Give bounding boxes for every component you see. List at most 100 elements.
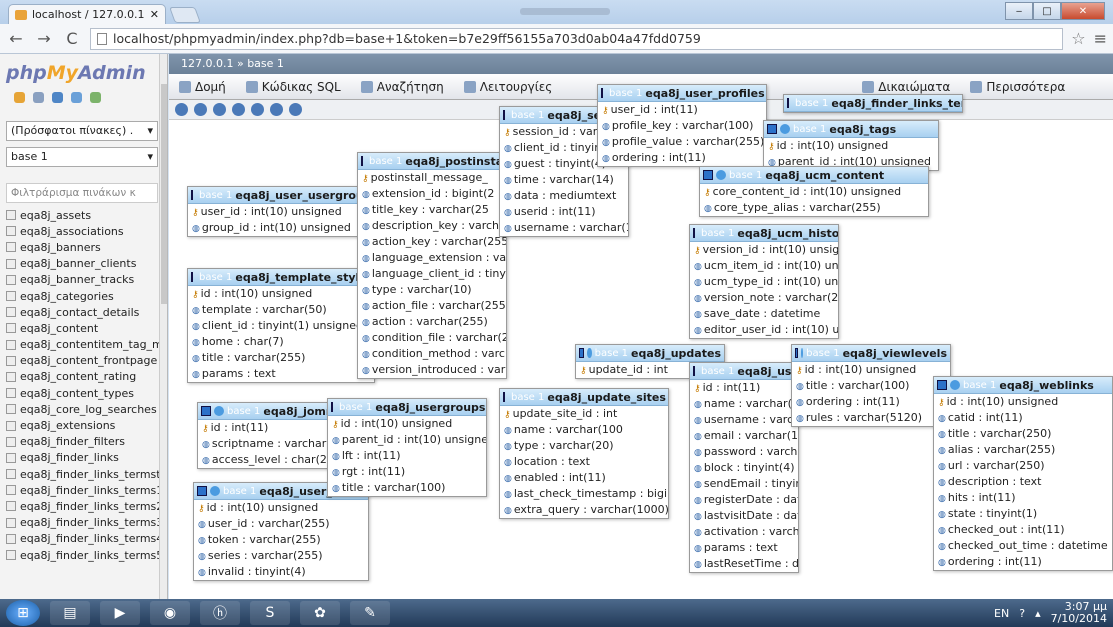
menu-tab[interactable]: Δομή xyxy=(169,80,236,94)
sidebar-table-item[interactable]: eqa8j_finder_links_terms4 xyxy=(6,531,167,547)
table-column[interactable]: ⚷ id : int(10) unsigned xyxy=(764,138,938,154)
table-column[interactable]: ◍ params : text xyxy=(188,366,374,382)
table-column[interactable]: ◍ enabled : int(11) xyxy=(500,470,668,486)
toolbar-icon[interactable] xyxy=(194,103,207,116)
sidebar-table-item[interactable]: eqa8j_extensions xyxy=(6,417,167,433)
toolbar-icon[interactable] xyxy=(232,103,245,116)
media-player-icon[interactable]: ▶ xyxy=(100,601,140,625)
back-icon[interactable]: ← xyxy=(6,29,26,48)
toggle-icon[interactable] xyxy=(503,110,505,120)
sidebar-table-item[interactable]: eqa8j_banner_clients xyxy=(6,256,167,272)
table-header[interactable]: base 1 eqa8j_viewlevels xyxy=(792,345,950,362)
table-column[interactable]: ◍language_extension : varchar(255) xyxy=(358,250,506,266)
table-column[interactable]: ◍ catid : int(11) xyxy=(934,410,1112,426)
designer-table-eqa8j-users[interactable]: base 1eqa8j_users⚷id : int(11)◍name : va… xyxy=(689,362,799,573)
notepad-icon[interactable]: ✎ xyxy=(350,601,390,625)
help-icon[interactable]: ? xyxy=(1019,607,1025,620)
language-indicator[interactable]: EN xyxy=(994,607,1009,620)
chrome-icon[interactable]: ◉ xyxy=(150,601,190,625)
browser-menu-icon[interactable]: ≡ xyxy=(1094,29,1107,48)
table-column[interactable]: ◍password : varchar(100) xyxy=(690,444,798,460)
designer-table-eqa8j-usergroups[interactable]: base 1 eqa8j_usergroups ⚷ id : int(10) unsi… xyxy=(327,398,487,497)
table-column[interactable]: ◍ invalid : tinyint(4) xyxy=(194,564,368,580)
table-column[interactable]: ◍ title : varchar(100) xyxy=(792,378,950,394)
settings-icon[interactable] xyxy=(90,92,101,103)
table-column[interactable]: ⚷ id : int(10) unsigned xyxy=(194,500,368,516)
table-column[interactable]: ◍sendEmail : tinyint(4) xyxy=(690,476,798,492)
table-column[interactable]: ◍ data : mediumtext xyxy=(500,188,628,204)
designer-table-eqa8j-ucm-content[interactable]: base 1 eqa8j_ucm_content ⚷ core_content_id … xyxy=(699,166,929,217)
table-header[interactable]: base 1eqa8j_postinstall_messages xyxy=(358,153,506,170)
table-column[interactable]: ◍ home : char(7) xyxy=(188,334,374,350)
close-tab-icon[interactable]: ✕ xyxy=(150,8,159,21)
table-header[interactable]: base 1eqa8j_ucm_history xyxy=(690,225,838,242)
table-column[interactable]: ◍ series : varchar(255) xyxy=(194,548,368,564)
maximize-button[interactable]: □ xyxy=(1033,2,1061,20)
table-column[interactable]: ◍ user_id : varchar(255) xyxy=(194,516,368,532)
table-column[interactable]: ◍ hits : int(11) xyxy=(934,490,1112,506)
table-column[interactable]: ◍ ordering : int(11) xyxy=(598,150,766,166)
table-column[interactable]: ◍ title : varchar(100) xyxy=(328,480,486,496)
table-header[interactable]: base 1eqa8j_finder_links_terms2 xyxy=(784,95,962,112)
sidebar-table-item[interactable]: eqa8j_assets xyxy=(6,207,167,223)
table-column[interactable]: ◍editor_user_id : int(10) unsigned xyxy=(690,322,838,338)
select-icon[interactable] xyxy=(801,348,804,358)
sidebar-table-item[interactable]: eqa8j_banner_tracks xyxy=(6,272,167,288)
table-column[interactable]: ◍username : varchar(150) xyxy=(500,220,628,236)
table-column[interactable]: ◍version_note : varchar(255) xyxy=(690,290,838,306)
table-header[interactable]: base 1 eqa8j_update_sites xyxy=(500,389,668,406)
table-column[interactable]: ◍ template : varchar(50) xyxy=(188,302,374,318)
table-header[interactable]: base 1eqa8j_user_usergroup_map xyxy=(188,187,384,204)
table-column[interactable]: ◍activation : varchar(100) xyxy=(690,524,798,540)
designer-table-eqa8j-ucm-history[interactable]: base 1eqa8j_ucm_history⚷version_id : int… xyxy=(689,224,839,339)
app-icon[interactable]: ✿ xyxy=(300,601,340,625)
toggle-icon[interactable] xyxy=(503,392,505,402)
designer-table-eqa8j-postinstall-messages[interactable]: base 1eqa8j_postinstall_messages⚷postins… xyxy=(357,152,507,379)
toggle-icon[interactable] xyxy=(601,88,603,98)
table-column[interactable]: ◍ url : varchar(250) xyxy=(934,458,1112,474)
table-column[interactable]: ◍ type : varchar(10) xyxy=(358,282,506,298)
table-column[interactable]: ◍condition_method : varchar(255) xyxy=(358,346,506,362)
toggle-icon[interactable] xyxy=(191,272,193,282)
table-column[interactable]: ⚷ user_id : int(11) xyxy=(598,102,766,118)
table-column[interactable]: ◍ extension_id : bigint(2 xyxy=(358,186,506,202)
table-column[interactable]: ◍ userid : int(11) xyxy=(500,204,628,220)
sql-icon[interactable] xyxy=(52,92,63,103)
table-column[interactable]: ⚷ user_id : int(10) unsigned xyxy=(188,204,384,220)
table-filter-input[interactable]: Φιλτράρισμα πινάκων κ xyxy=(6,183,158,203)
hp-icon[interactable]: ⓗ xyxy=(200,601,240,625)
select-icon[interactable] xyxy=(950,380,960,390)
table-column[interactable]: ◍ ordering : int(11) xyxy=(934,554,1112,570)
table-column[interactable]: ◍ action_key : varchar(255) xyxy=(358,234,506,250)
menu-tab[interactable]: Αναζήτηση xyxy=(351,80,454,94)
docs-icon[interactable] xyxy=(71,92,82,103)
sidebar-table-item[interactable]: eqa8j_associations xyxy=(6,223,167,239)
toggle-icon[interactable] xyxy=(693,228,695,238)
table-column[interactable]: ◍ rules : varchar(5120) xyxy=(792,410,950,426)
table-column[interactable]: ◍ parent_id : int(10) unsigned xyxy=(328,432,486,448)
close-window-button[interactable]: ✕ xyxy=(1061,2,1105,20)
reload-icon[interactable]: C xyxy=(62,29,82,48)
sidebar-table-item[interactable]: eqa8j_finder_links_terms5 xyxy=(6,547,167,563)
sidebar-table-item[interactable]: eqa8j_content_types xyxy=(6,385,167,401)
table-column[interactable]: ◍username : varchar(150) xyxy=(690,412,798,428)
clock[interactable]: 3:07 μμ 7/10/2014 xyxy=(1051,601,1107,625)
toolbar-icon[interactable] xyxy=(270,103,283,116)
table-column[interactable]: ◍ extra_query : varchar(1000) xyxy=(500,502,668,518)
table-column[interactable]: ⚷ id : int(10) unsigned xyxy=(328,416,486,432)
select-icon[interactable] xyxy=(780,124,790,134)
toggle-icon[interactable] xyxy=(197,486,207,496)
toggle-icon[interactable] xyxy=(703,170,713,180)
table-column[interactable]: ◍ profile_value : varchar(255) xyxy=(598,134,766,150)
table-column[interactable]: ◍registerDate : datetime xyxy=(690,492,798,508)
toggle-icon[interactable] xyxy=(767,124,777,134)
designer-table-eqa8j-user-usergroup-map[interactable]: base 1eqa8j_user_usergroup_map⚷user_id :… xyxy=(187,186,385,237)
table-column[interactable]: ◍ params : text xyxy=(690,540,798,556)
table-header[interactable]: base 1 eqa8j_usergroups xyxy=(328,399,486,416)
table-column[interactable]: ◍ title : varchar(255) xyxy=(188,350,374,366)
menu-tab[interactable]: Λειτουργίες xyxy=(454,80,563,94)
table-header[interactable]: base 1eqa8j_users xyxy=(690,363,798,380)
minimize-button[interactable]: ‒ xyxy=(1005,2,1033,20)
new-tab-button[interactable] xyxy=(169,7,201,23)
table-column[interactable]: ◍ group_id : int(10) unsigned xyxy=(188,220,384,236)
